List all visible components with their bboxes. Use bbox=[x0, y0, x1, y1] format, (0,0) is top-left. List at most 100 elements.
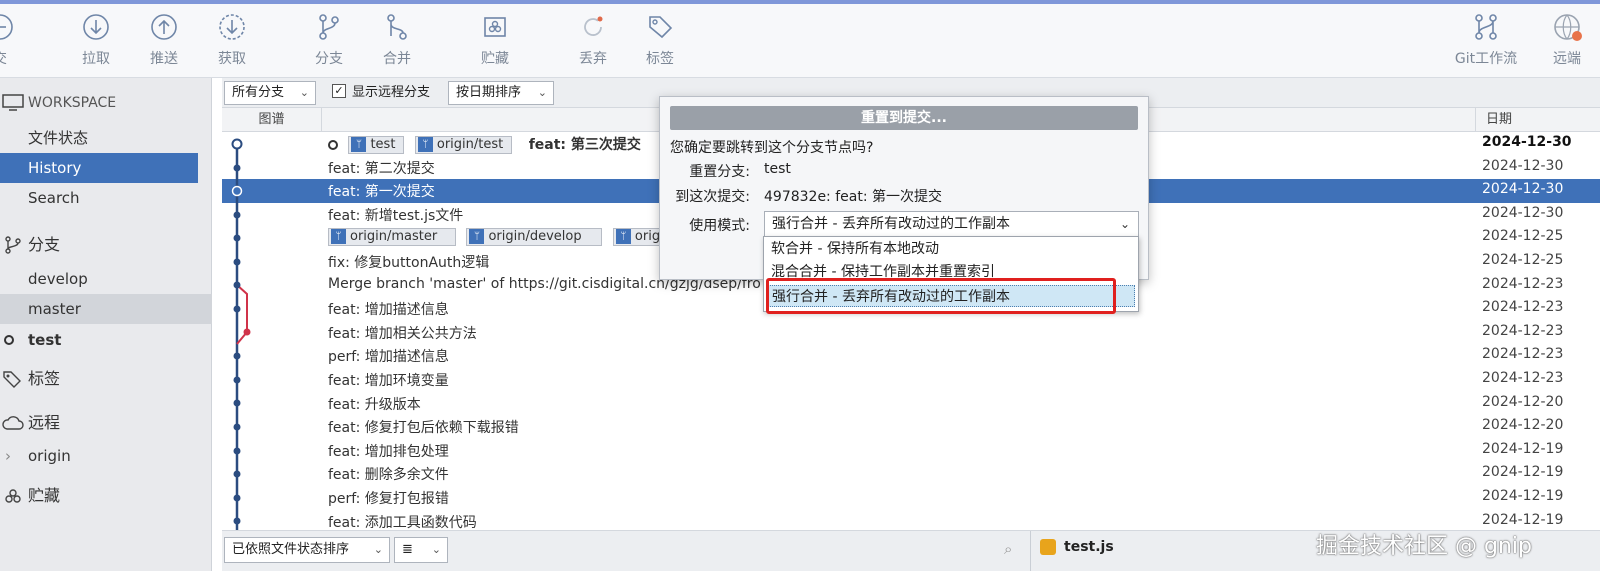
tag-text: orig bbox=[634, 229, 661, 245]
commit-message: feat: 添加工具函数代码 bbox=[328, 514, 477, 530]
commit-message: feat: 修复打包后依赖下载报错 bbox=[328, 420, 519, 437]
commit-label: 交 bbox=[0, 48, 35, 68]
commit-row[interactable]: feat: 添加工具函数代码 2024-12-19 bbox=[222, 510, 1600, 530]
reset-branch-label: 重置分支: bbox=[689, 164, 750, 180]
pull-button[interactable]: 拉取 bbox=[61, 12, 131, 68]
commit-date: 2024-12-23 bbox=[1482, 275, 1564, 292]
branch-button[interactable]: 分支 bbox=[294, 12, 364, 68]
branch-icon: ᛘ bbox=[331, 229, 346, 245]
sidebar-tags-header[interactable]: 标签 bbox=[0, 364, 212, 394]
show-remote-checkbox[interactable]: ✓ bbox=[332, 84, 346, 98]
merge-icon bbox=[387, 14, 407, 40]
merge-button[interactable]: 合并 bbox=[362, 12, 432, 68]
sidebar-item-history[interactable]: History bbox=[0, 153, 198, 183]
commit-row[interactable]: perf: 修复打包报错 2024-12-19 bbox=[222, 486, 1600, 510]
file-sort-dropdown[interactable]: 已依照文件状态排序 ⌄ bbox=[224, 537, 390, 563]
reset-mode-select[interactable]: 强行合并 - 丢弃所有改动过的工作副本 ⌄ bbox=[764, 211, 1139, 237]
commit-message-cell: ᛘ origin/master ᛘ origin/develop ᛘ orig bbox=[328, 228, 675, 247]
dialog-title: 重置到提交... bbox=[670, 106, 1138, 130]
sidebar-branch-master[interactable]: master bbox=[0, 294, 212, 324]
commit-message: feat: 增加排包处理 bbox=[328, 443, 449, 460]
changed-file-item[interactable]: test.js bbox=[1040, 539, 1114, 555]
view-mode-dropdown[interactable]: ≣ ⌄ bbox=[394, 537, 448, 563]
discard-button[interactable]: 丢弃 bbox=[558, 12, 628, 68]
history-label: History bbox=[28, 159, 82, 177]
file-sort-value: 已依照文件状态排序 bbox=[232, 542, 350, 557]
commit-message: feat: 增加环境变量 bbox=[328, 373, 449, 389]
remote-button[interactable]: 远端 bbox=[1532, 12, 1600, 68]
sort-dropdown[interactable]: 按日期排序 ⌄ bbox=[448, 81, 554, 105]
push-button[interactable]: 推送 bbox=[129, 12, 199, 68]
sidebar-stash-header[interactable]: 贮藏 bbox=[0, 481, 212, 511]
pane-splitter[interactable] bbox=[1030, 531, 1031, 571]
sidebar-branches-header[interactable]: 分支 bbox=[0, 230, 212, 260]
commit-message: feat: 增加相关公共方法 bbox=[328, 325, 477, 342]
commit-date: 2024-12-23 bbox=[1482, 370, 1564, 386]
pull-icon bbox=[83, 14, 109, 40]
branch-tag[interactable]: ᛘ origin/master bbox=[328, 228, 456, 247]
current-branch-icon bbox=[4, 335, 14, 345]
commit-date: 2024-12-23 bbox=[1482, 299, 1564, 316]
sidebar-branch-test[interactable]: test bbox=[0, 325, 212, 355]
gitflow-button[interactable]: Git工作流 bbox=[1443, 12, 1529, 68]
commit-message: feat: 增加描述信息 bbox=[328, 302, 449, 319]
branch-filter-dropdown[interactable]: 所有分支 ⌄ bbox=[224, 81, 316, 105]
commit-button[interactable]: 交 bbox=[0, 12, 35, 68]
branch-name: master bbox=[28, 300, 81, 318]
stash-icon bbox=[5, 489, 21, 503]
sidebar-branch-develop[interactable]: develop bbox=[0, 264, 212, 294]
sidebar: WORKSPACE 文件状态 History Search 分支 develop… bbox=[0, 78, 212, 571]
commit-message: feat: 第三次提交 bbox=[528, 137, 641, 153]
commit-date: 2024-12-20 bbox=[1482, 417, 1564, 434]
remote-name: origin bbox=[28, 447, 71, 465]
tag-text: test bbox=[370, 137, 396, 152]
watermark: 掘金技术社区 @ gnip bbox=[1316, 534, 1532, 559]
tag-icon bbox=[3, 371, 21, 388]
commit-date: 2024-12-19 bbox=[1482, 488, 1564, 504]
tags-title: 标签 bbox=[28, 369, 61, 388]
commit-message: fix: 修复buttonAuth逻辑 bbox=[328, 255, 490, 271]
sidebar-remotes-header[interactable]: 远程 bbox=[0, 408, 212, 438]
commit-date: 2024-12-19 bbox=[1482, 464, 1564, 481]
sidebar-item-search[interactable]: Search bbox=[0, 183, 212, 213]
gitflow-icon bbox=[1475, 14, 1497, 40]
commit-row[interactable]: feat: 删除多余文件 2024-12-19 bbox=[222, 462, 1600, 486]
tag-icon bbox=[649, 16, 673, 39]
reset-mode-value: 强行合并 - 丢弃所有改动过的工作副本 bbox=[772, 216, 1010, 232]
sidebar-item-file-status[interactable]: 文件状态 bbox=[0, 123, 212, 153]
stash-icon bbox=[484, 17, 506, 37]
chevron-down-icon: ⌄ bbox=[431, 543, 441, 556]
commit-date: 2024-12-23 bbox=[1482, 322, 1564, 339]
date-column-header[interactable]: 日期 bbox=[1475, 108, 1600, 132]
commit-date: 2024-12-30 bbox=[1482, 204, 1564, 221]
branch-icon bbox=[319, 14, 339, 40]
chevron-right-icon: › bbox=[5, 447, 11, 465]
sidebar-workspace-header[interactable]: WORKSPACE bbox=[0, 87, 212, 117]
branch-name: develop bbox=[28, 270, 88, 288]
stash-button[interactable]: 贮藏 bbox=[460, 12, 530, 68]
commit-row[interactable]: feat: 增加环境变量 2024-12-23 bbox=[222, 368, 1600, 392]
tag-button[interactable]: 标签 bbox=[625, 12, 695, 68]
sidebar-remote-origin[interactable]: › origin bbox=[0, 441, 212, 471]
fetch-button[interactable]: 获取 bbox=[197, 12, 267, 68]
dialog-question: 您确定要跳转到这个分支节点吗? bbox=[670, 140, 874, 156]
option-soft-reset[interactable]: 软合并 - 保持所有本地改动 bbox=[764, 238, 1138, 260]
search-icon[interactable]: ⌕ bbox=[1004, 540, 1012, 558]
push-icon bbox=[151, 14, 177, 40]
commit-row[interactable]: feat: 修复打包后依赖下载报错 2024-12-20 bbox=[222, 415, 1600, 439]
commit-row[interactable]: feat: 增加相关公共方法 2024-12-23 bbox=[222, 321, 1600, 345]
commit-date: 2024-12-19 bbox=[1482, 440, 1564, 457]
commit-row[interactable]: feat: 升级版本 2024-12-20 bbox=[222, 392, 1600, 416]
branch-tag[interactable]: ᛘ test bbox=[348, 136, 405, 154]
modified-file-icon bbox=[1040, 539, 1056, 555]
graph-column-header[interactable]: 图谱 bbox=[222, 108, 322, 132]
branch-tag[interactable]: ᛘ origin/test bbox=[414, 136, 513, 154]
branch-tag[interactable]: ᛘ origin/develop bbox=[466, 228, 603, 247]
commit-date: 2024-12-19 bbox=[1482, 511, 1564, 528]
pull-label: 拉取 bbox=[82, 51, 110, 67]
tag-text: origin/master bbox=[350, 229, 438, 245]
commit-row[interactable]: perf: 增加描述信息 2024-12-23 bbox=[222, 344, 1600, 368]
commit-graph bbox=[231, 138, 251, 530]
branch-icon: ᛘ bbox=[469, 229, 485, 245]
commit-row[interactable]: feat: 增加排包处理 2024-12-19 bbox=[222, 439, 1600, 463]
